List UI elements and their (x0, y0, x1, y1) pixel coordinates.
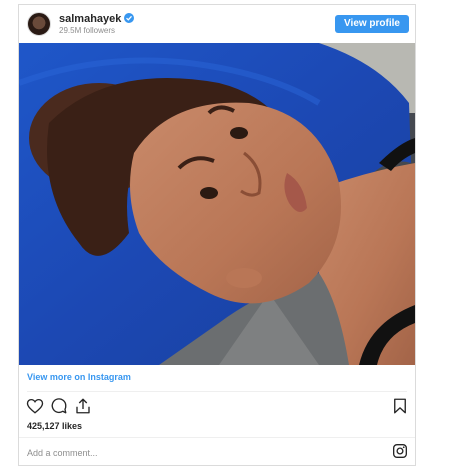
share-icon[interactable] (74, 397, 92, 415)
instagram-logo-icon[interactable] (392, 443, 408, 459)
divider (19, 437, 415, 438)
username-row: salmahayek (59, 13, 135, 25)
comment-bubble-icon[interactable] (50, 397, 68, 415)
post-header: salmahayek 29.5M followers View profile (19, 5, 415, 43)
heart-icon[interactable] (26, 397, 44, 415)
comment-input[interactable] (25, 443, 369, 463)
view-profile-button[interactable]: View profile (335, 15, 409, 33)
bookmark-icon[interactable] (391, 397, 409, 415)
username[interactable]: salmahayek (59, 13, 121, 25)
verified-badge-icon (124, 13, 135, 23)
post-photo[interactable] (19, 43, 415, 365)
divider (27, 391, 407, 392)
action-bar (19, 397, 415, 417)
like-count: 425,127 likes (27, 421, 83, 431)
view-more-link[interactable]: View more on Instagram (27, 372, 131, 382)
instagram-embed-card: salmahayek 29.5M followers View profile (18, 4, 416, 466)
avatar[interactable] (27, 12, 51, 36)
follower-count: 29.5M followers (59, 26, 116, 35)
